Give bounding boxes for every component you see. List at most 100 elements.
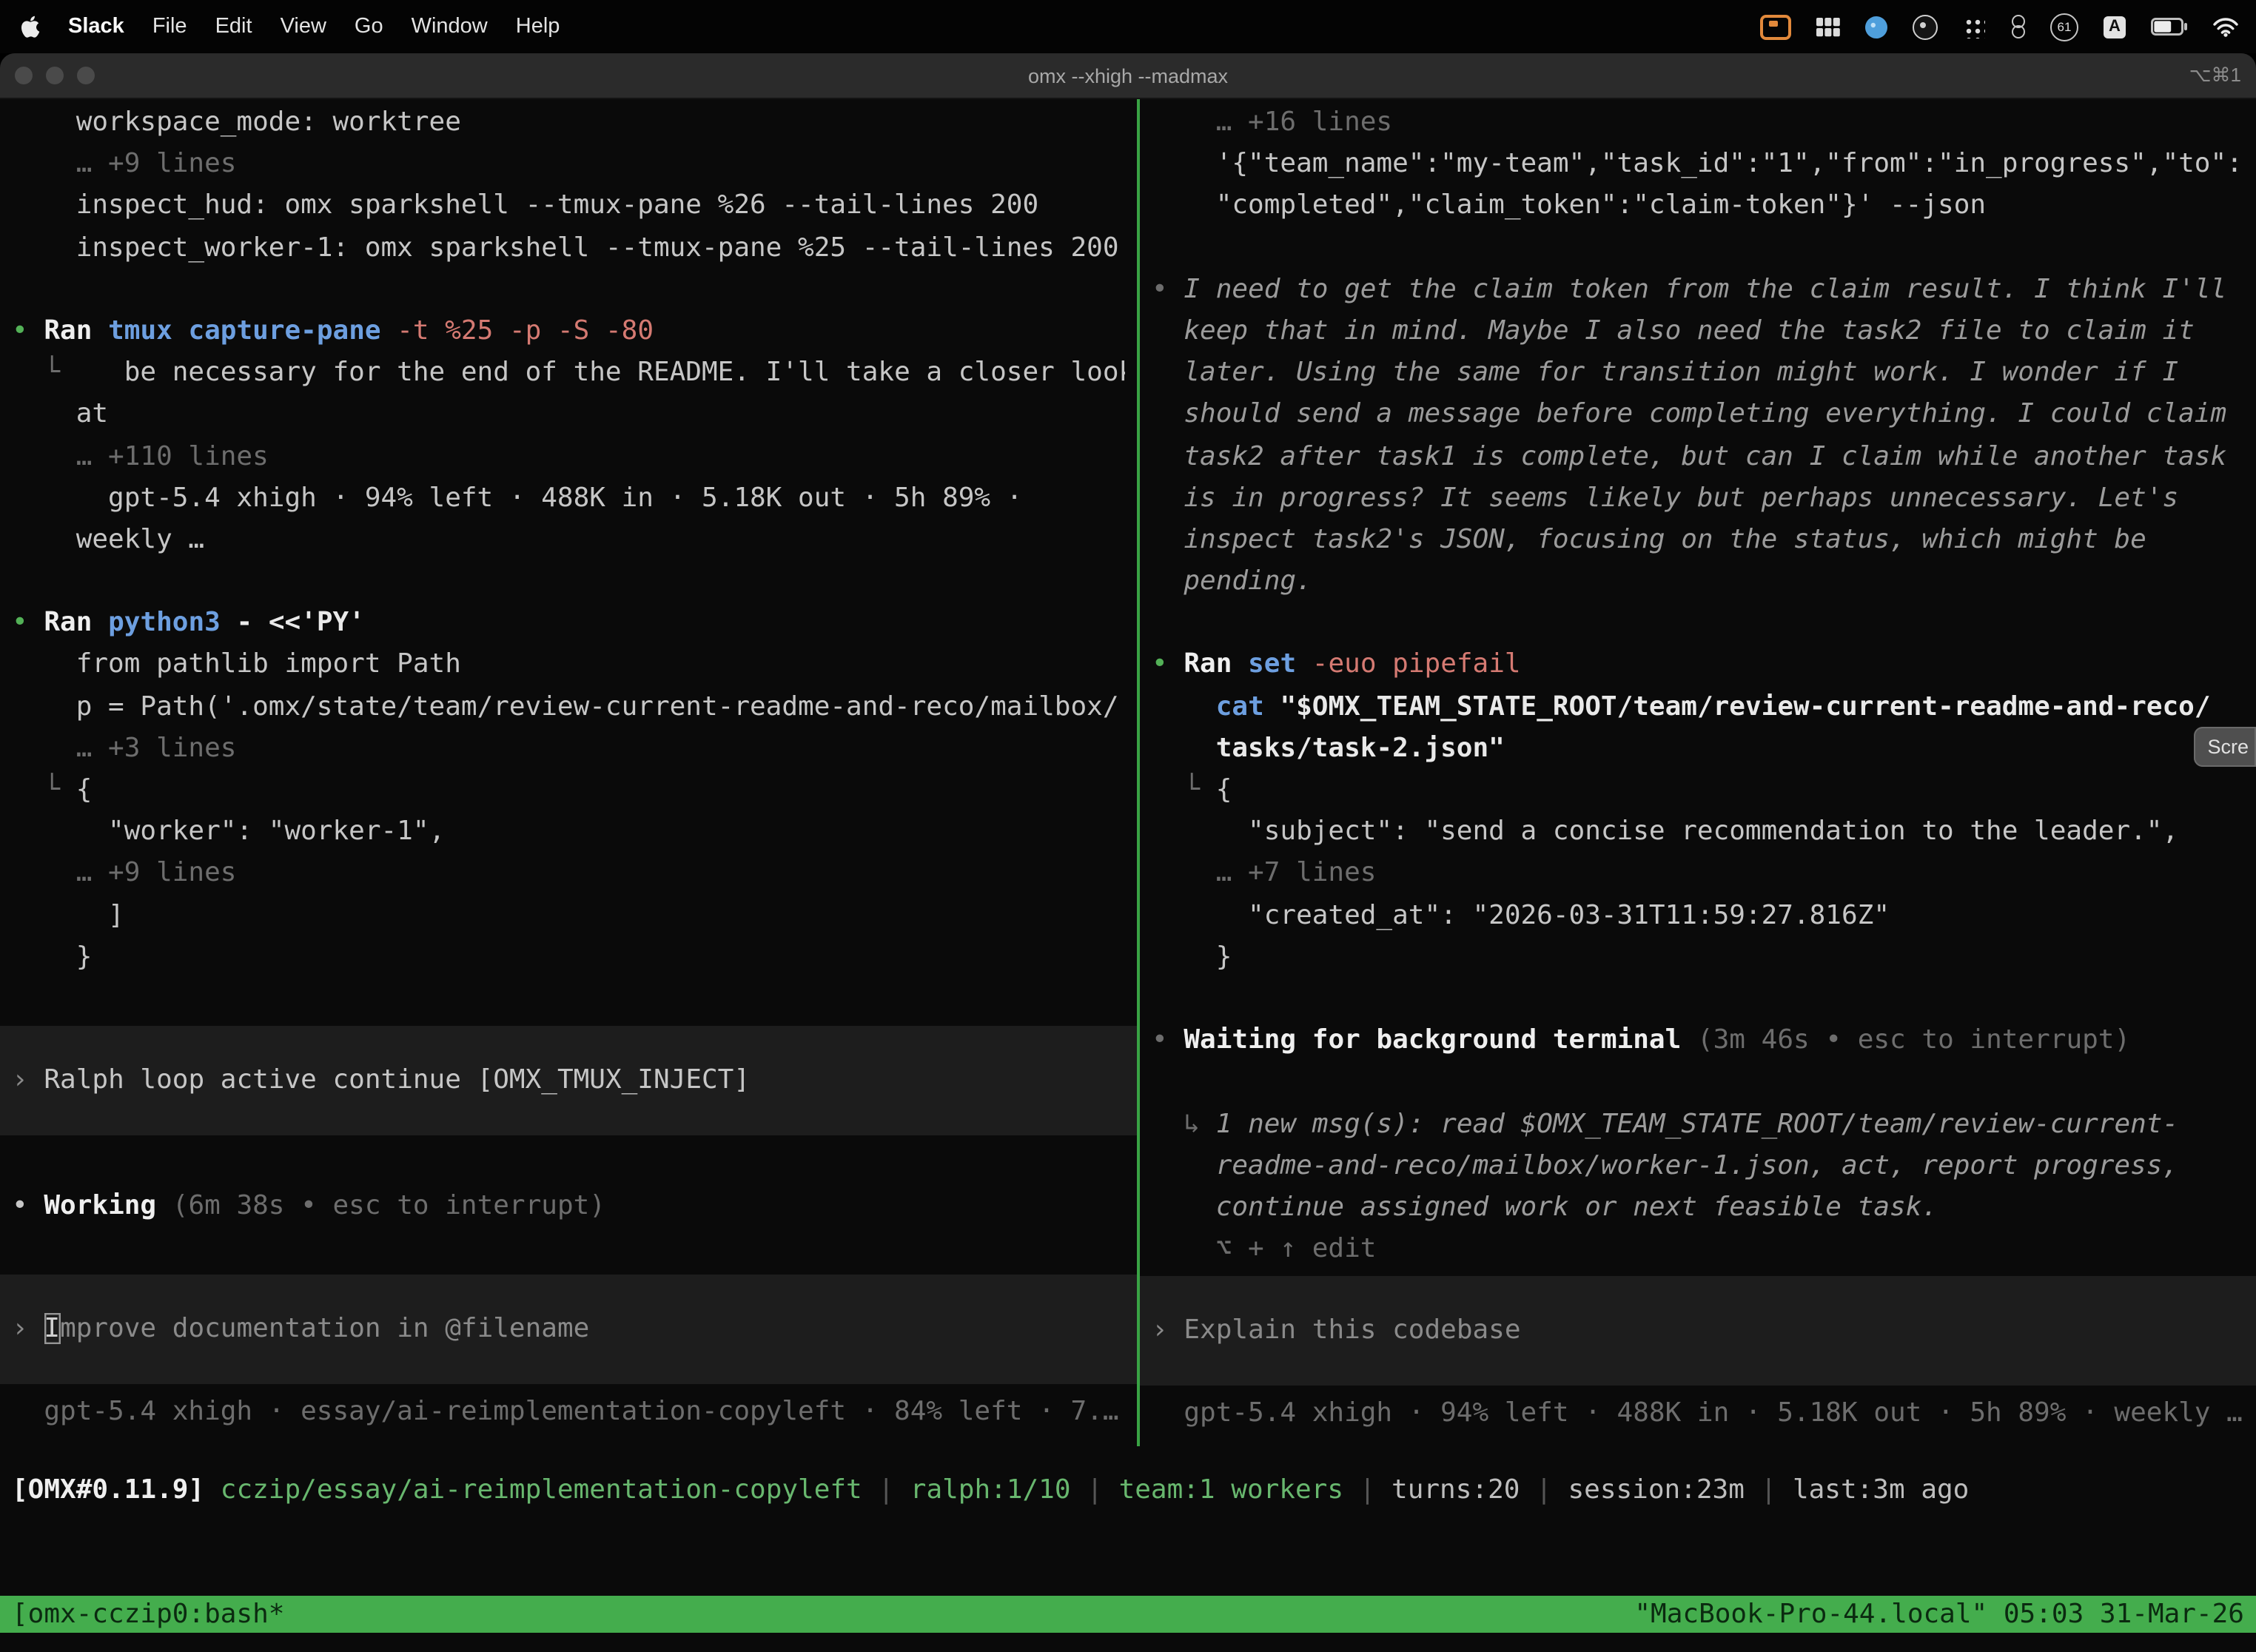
- right-pane[interactable]: … +16 lines '{"team_name":"my-team","tas…: [1140, 99, 2256, 1446]
- menu-bar-status-icons: 61 A: [1760, 13, 2256, 41]
- battery-percent-badge[interactable]: 61: [2050, 13, 2078, 41]
- figure-eight-icon[interactable]: [2010, 14, 2025, 39]
- omx-status-segment: |: [1520, 1474, 1568, 1505]
- text-run: {: [76, 774, 93, 805]
- text-run: •: [1152, 649, 1184, 680]
- text-run: … +7 lines: [1152, 858, 1376, 889]
- text-run: }: [12, 941, 92, 973]
- text-run: '{"team_name":"my-team","task_id":"1","f…: [1152, 148, 2244, 179]
- text-run: keep that in mind. Maybe I also need the…: [1152, 315, 2195, 346]
- text-run: … +9 lines: [12, 148, 236, 179]
- text-run: … +16 lines: [1152, 107, 1392, 138]
- terminal-line: [1152, 603, 2244, 645]
- terminal-line: "created_at": "2026-03-31T11:59:27.816Z": [1152, 895, 2244, 936]
- terminal-line: inspect_worker-1: omx sparkshell --tmux-…: [12, 227, 1125, 269]
- terminal-line: inspect task2's JSON, focusing on the st…: [1152, 520, 2244, 561]
- text-run: p = Path('.omx/state/team/review-current…: [12, 691, 1119, 722]
- menu-item-file[interactable]: File: [152, 15, 187, 38]
- terminal-line: continue assigned work or next feasible …: [1152, 1187, 2244, 1229]
- terminal-content: workspace_mode: worktree … +9 lines insp…: [0, 99, 2256, 1446]
- text-run: └: [1152, 774, 1216, 805]
- title-bar[interactable]: omx --xhigh --madmax ⌥⌘1: [0, 53, 2256, 99]
- menu-item-go[interactable]: Go: [355, 15, 383, 38]
- text-run: •: [12, 1189, 44, 1220]
- terminal-line: gpt-5.4 xhigh · 94% left · 488K in · 5.1…: [1152, 1394, 2244, 1435]
- text-run: ›: [12, 1064, 44, 1095]
- text-run: gpt-5.4 xhigh · 94% left · 488K in · 5.1…: [12, 482, 1022, 513]
- input-band[interactable]: › Explain this codebase: [1140, 1277, 2256, 1386]
- left-pane[interactable]: workspace_mode: worktree … +9 lines insp…: [0, 99, 1137, 1446]
- screen-recording-stop-icon[interactable]: [1760, 14, 1791, 39]
- tmux-session-label: [omx-cczip0:bash*: [12, 1596, 284, 1633]
- terminal-line: ]: [12, 895, 1125, 936]
- text-run: at: [12, 399, 108, 430]
- terminal-line: readme-and-reco/mailbox/worker-1.json, a…: [1152, 1145, 2244, 1186]
- text-run: workspace_mode: worktree: [12, 107, 461, 138]
- input-band[interactable]: › Improve documentation in @filename: [0, 1275, 1137, 1384]
- input-source-icon[interactable]: A: [2104, 16, 2126, 38]
- terminal-line: └ be necessary for the end of the README…: [12, 352, 1125, 394]
- terminal-line: workspace_mode: worktree: [12, 102, 1125, 144]
- text-run: Ran: [44, 315, 108, 346]
- menu-item-help[interactable]: Help: [516, 15, 560, 38]
- menu-item-view[interactable]: View: [281, 15, 326, 38]
- text-run: I: [44, 1313, 60, 1344]
- terminal-line: [1152, 1062, 2244, 1104]
- terminal-line: should send a message before completing …: [1152, 394, 2244, 436]
- terminal-line: └ {: [1152, 770, 2244, 811]
- terminal-line: cat "$OMX_TEAM_STATE_ROOT/team/review-cu…: [1152, 686, 2244, 728]
- terminal-line: • Ran python3 - <<'PY': [12, 603, 1125, 645]
- blue-app-icon[interactable]: [1865, 16, 1887, 38]
- terminal-line: • Ran set -euo pipefail: [1152, 645, 2244, 686]
- zoom-button[interactable]: [77, 67, 95, 84]
- text-run: "worker": "worker-1",: [12, 816, 445, 847]
- input-band[interactable]: › Ralph loop active continue [OMX_TMUX_I…: [0, 1026, 1137, 1135]
- text-run: gpt-5.4 xhigh · essay/ai-reimplementatio…: [12, 1396, 1119, 1427]
- text-run: weekly …: [12, 524, 204, 555]
- text-run: "subject": "send a concise recommendatio…: [1152, 816, 2178, 847]
- text-run: Ran: [44, 608, 108, 639]
- text-run: from pathlib import Path: [12, 649, 461, 680]
- text-run: … +110 lines: [12, 440, 269, 471]
- terminal-line: … +9 lines: [12, 853, 1125, 895]
- text-run: I need to get the claim token from the c…: [1184, 274, 2226, 305]
- text-run: └: [12, 357, 124, 388]
- terminal-line: [1152, 227, 2244, 269]
- terminal-line: task2 after task1 is complete, but can I…: [1152, 436, 2244, 477]
- dark-circle-app-icon[interactable]: [1913, 14, 1938, 39]
- text-run: tasks/task-2.json": [1152, 733, 1505, 764]
- terminal-window: omx --xhigh --madmax ⌥⌘1 workspace_mode:…: [0, 53, 2256, 1652]
- menu-app-name[interactable]: Slack: [68, 15, 124, 38]
- terminal-line: [12, 269, 1125, 311]
- text-run: Working: [44, 1189, 156, 1220]
- terminal-line: • Working (6m 38s • esc to interrupt): [12, 1185, 1125, 1226]
- terminal-line: … +7 lines: [1152, 853, 2244, 895]
- terminal-line: from pathlib import Path: [12, 645, 1125, 686]
- dots-grid-icon[interactable]: [1963, 16, 1985, 38]
- terminal-line: "worker": "worker-1",: [12, 811, 1125, 853]
- text-run: mprove documentation in @filename: [60, 1313, 589, 1344]
- text-run: inspect_hud: omx sparkshell --tmux-pane …: [12, 190, 1038, 221]
- omx-status-segment: [OMX#0.11.9]: [12, 1474, 204, 1505]
- terminal-line: p = Path('.omx/state/team/review-current…: [12, 686, 1125, 728]
- screen-share-overlay: Scre: [2194, 727, 2256, 767]
- text-run: "$OMX_TEAM_STATE_ROOT/team/review-curren…: [1280, 691, 2210, 722]
- menu-bar-left: Slack File Edit View Go Window Help: [0, 15, 560, 38]
- text-run: Ran: [1184, 649, 1248, 680]
- minimize-button[interactable]: [46, 67, 64, 84]
- wifi-icon[interactable]: [2213, 17, 2238, 36]
- omx-status-segment: |: [862, 1474, 910, 1505]
- menu-bar: Slack File Edit View Go Window Help 61 A: [0, 0, 2256, 53]
- menu-item-window[interactable]: Window: [412, 15, 488, 38]
- battery-icon[interactable]: [2151, 18, 2188, 36]
- terminal-line: • Ran tmux capture-pane -t %25 -p -S -80: [12, 311, 1125, 352]
- omx-status-segment: team:1 workers: [1119, 1474, 1343, 1505]
- text-run: 1 new msg(s): read $OMX_TEAM_STATE_ROOT/…: [1216, 1108, 2178, 1139]
- text-run: "created_at": "2026-03-31T11:59:27.816Z": [1152, 899, 1890, 930]
- menu-item-edit[interactable]: Edit: [215, 15, 252, 38]
- text-run: … +9 lines: [12, 858, 236, 889]
- apple-menu-icon[interactable]: [21, 15, 40, 38]
- close-button[interactable]: [15, 67, 33, 84]
- window-grid-icon[interactable]: [1816, 17, 1840, 36]
- text-run: readme-and-reco/mailbox/worker-1.json, a…: [1152, 1149, 2178, 1181]
